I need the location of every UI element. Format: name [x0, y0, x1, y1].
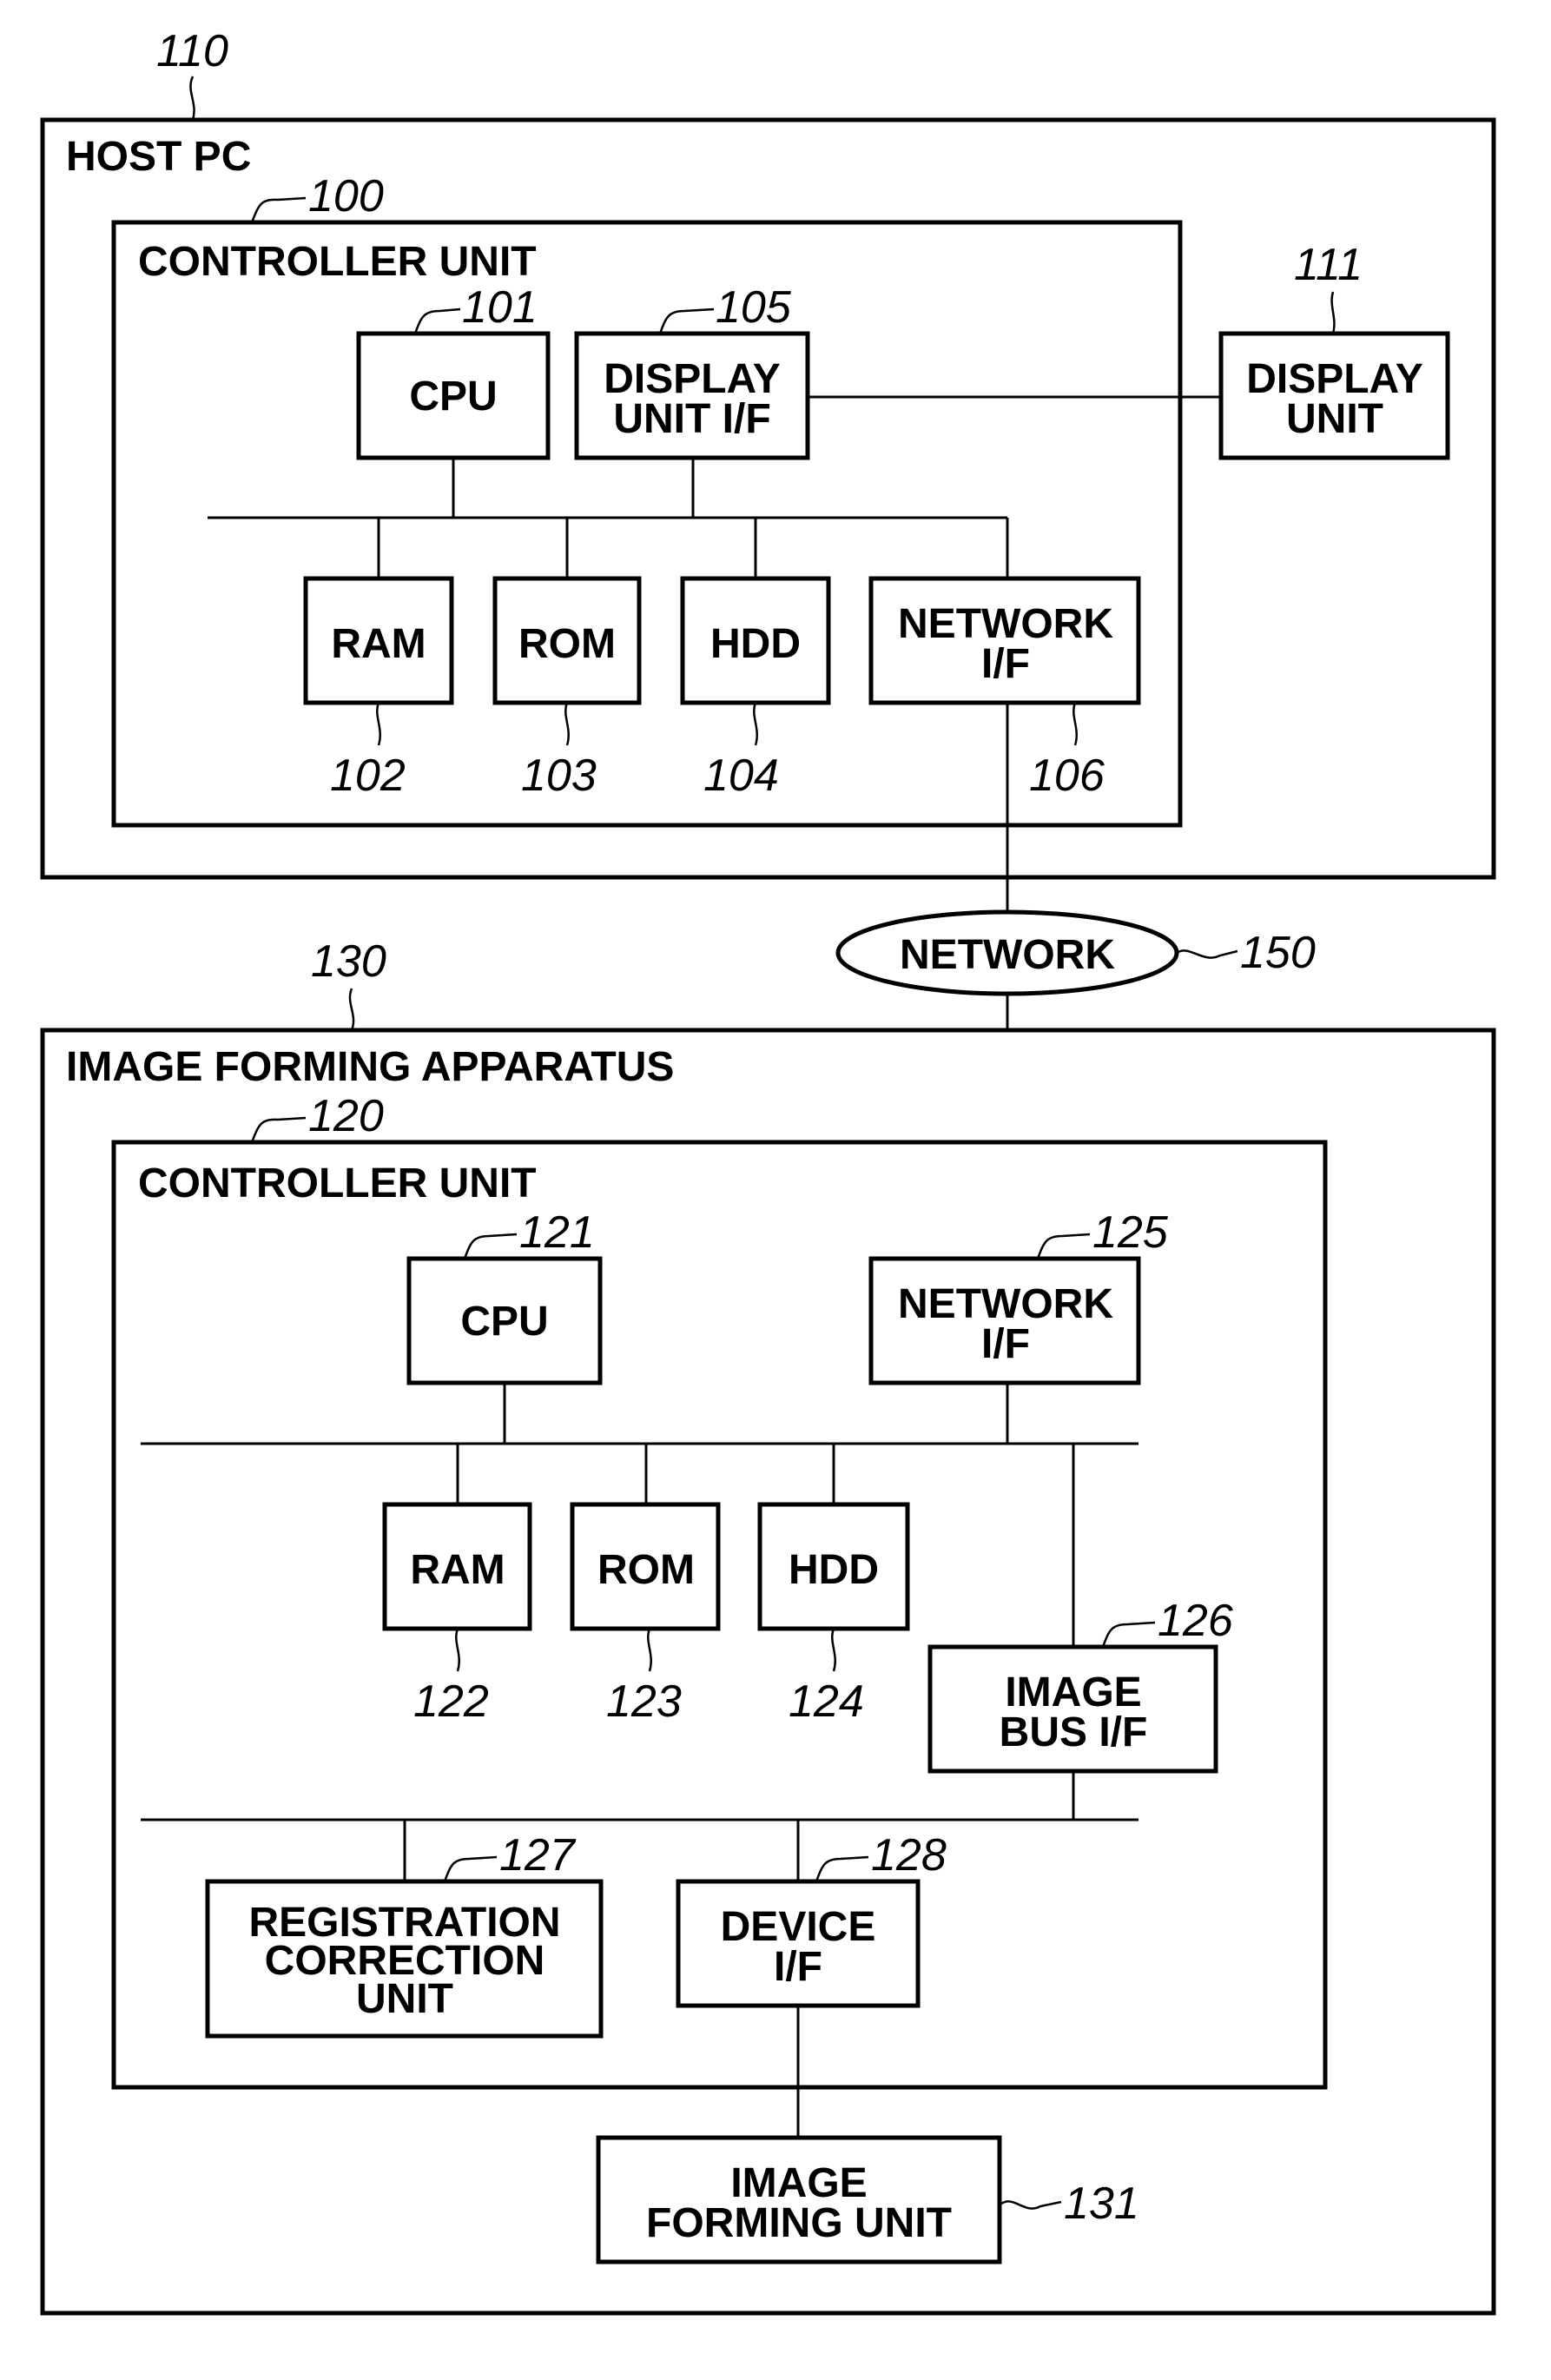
- display-unit[interactable]: DISPLAY UNIT: [1218, 331, 1450, 460]
- ref-124: 124: [789, 1676, 864, 1727]
- ref-104: 104: [703, 750, 779, 801]
- ref-120: 120: [308, 1091, 384, 1141]
- host-network-if-line2: I/F: [981, 641, 1030, 687]
- image-forming-unit[interactable]: IMAGE FORMING UNIT: [596, 2135, 1002, 2264]
- leader-130: [348, 988, 355, 1031]
- display-unit-line2: UNIT: [1286, 396, 1383, 442]
- host-rom-label: ROM: [518, 621, 616, 667]
- host-hdd-label: HDD: [710, 621, 801, 667]
- leader-150: [1176, 949, 1238, 959]
- host-pc-title: HOST PC: [66, 134, 251, 180]
- leader-110: [189, 76, 195, 121]
- ref-125: 125: [1092, 1207, 1169, 1258]
- host-rom[interactable]: ROM: [492, 576, 642, 705]
- ref-100: 100: [308, 171, 384, 221]
- ifa-ram-label: RAM: [410, 1547, 505, 1593]
- host-ram[interactable]: RAM: [303, 576, 454, 705]
- ref-111: 111: [1294, 240, 1363, 290]
- host-controller-box: [111, 220, 1183, 828]
- host-display-if[interactable]: DISPLAY UNIT I/F: [574, 331, 810, 460]
- ifa-device-if[interactable]: DEVICE I/F: [676, 1879, 921, 2008]
- ref-128: 128: [871, 1830, 947, 1881]
- ifa-cpu[interactable]: CPU: [406, 1256, 603, 1385]
- ref-121: 121: [519, 1207, 595, 1258]
- image-forming-unit-line2: FORMING UNIT: [646, 2200, 952, 2246]
- ifa-rom[interactable]: ROM: [570, 1502, 721, 1631]
- ref-131: 131: [1064, 2178, 1139, 2229]
- block-diagram: 110 HOST PC 100 CONTROLLER UNIT CPU 101 …: [40, 26, 1496, 2316]
- ifa-image-bus-if-line2: BUS I/F: [1000, 1709, 1148, 1755]
- host-display-if-line2: UNIT I/F: [613, 396, 770, 442]
- ifa-cpu-label: CPU: [460, 1299, 548, 1345]
- ref-105: 105: [716, 282, 792, 333]
- ifa-hdd[interactable]: HDD: [757, 1502, 910, 1631]
- ifa-hdd-label: HDD: [789, 1547, 879, 1593]
- ref-150: 150: [1240, 928, 1316, 978]
- ref-101: 101: [462, 282, 538, 333]
- ifa-device-if-line2: I/F: [774, 1944, 822, 1990]
- ifa-network-if-line2: I/F: [981, 1321, 1030, 1367]
- ifa-image-bus-if[interactable]: IMAGE BUS I/F: [927, 1644, 1218, 1774]
- ifa-registration-line3: UNIT: [356, 1976, 453, 2022]
- network-block[interactable]: NETWORK: [835, 909, 1179, 996]
- ifa-controller-title: CONTROLLER UNIT: [138, 1160, 537, 1207]
- ref-130: 130: [311, 936, 386, 987]
- host-hdd[interactable]: HDD: [680, 576, 831, 705]
- image-forming-apparatus-block: 130 IMAGE FORMING APPARATUS 120 CONTROLL…: [40, 936, 1496, 2316]
- ifa-registration-correction-unit[interactable]: REGISTRATION CORRECTION UNIT: [205, 1879, 604, 2039]
- ref-103: 103: [521, 750, 597, 801]
- host-ram-label: RAM: [331, 621, 426, 667]
- ifa-network-if[interactable]: NETWORK I/F: [868, 1256, 1141, 1385]
- ref-127: 127: [499, 1830, 577, 1881]
- ifa-rom-label: ROM: [597, 1547, 695, 1593]
- host-network-if[interactable]: NETWORK I/F: [868, 576, 1141, 705]
- host-controller-title: CONTROLLER UNIT: [138, 239, 537, 285]
- host-cpu[interactable]: CPU: [356, 331, 551, 460]
- network-label: NETWORK: [900, 932, 1115, 978]
- ref-102: 102: [330, 750, 406, 801]
- ref-110: 110: [156, 26, 228, 76]
- host-cpu-label: CPU: [409, 374, 497, 420]
- ifa-title: IMAGE FORMING APPARATUS: [66, 1044, 674, 1090]
- ref-123: 123: [606, 1676, 682, 1727]
- ifa-ram[interactable]: RAM: [382, 1502, 532, 1631]
- ref-122: 122: [413, 1676, 489, 1727]
- ref-106: 106: [1029, 750, 1105, 801]
- ref-126: 126: [1158, 1596, 1233, 1646]
- host-pc-block: 110 HOST PC 100 CONTROLLER UNIT CPU 101 …: [40, 26, 1496, 912]
